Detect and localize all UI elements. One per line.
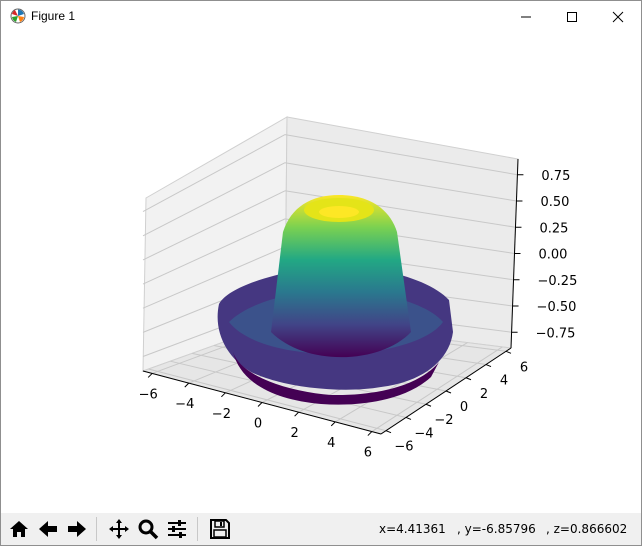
- y-tick-label: −2: [434, 413, 453, 428]
- x-tick-mark: [221, 392, 226, 398]
- y-tick-label: −6: [394, 440, 413, 455]
- z-tick-label: −0.50: [537, 300, 577, 315]
- z-tick-label: −0.75: [536, 326, 576, 341]
- x-tick-mark: [184, 382, 190, 388]
- configure-subplots-icon: [168, 520, 186, 538]
- pan-icon: [109, 519, 129, 539]
- forward-arrow-icon: [68, 521, 86, 537]
- y-tick-label: −4: [414, 426, 433, 441]
- pan-button[interactable]: [106, 516, 132, 542]
- x-tick-label: −6: [139, 387, 158, 402]
- x-tick-label: 2: [290, 426, 298, 441]
- maximize-icon: [567, 11, 577, 22]
- y-tick-label: 2: [480, 387, 488, 402]
- x-tick-mark: [257, 402, 263, 407]
- plot-canvas[interactable]: −6 −4 −2 0 2 4 6 −6 −4 −2 0 2 4 6 0.75 0.50 0.25 0.00 −0…: [1, 32, 641, 513]
- surface-3d-plot[interactable]: −6−4−20246 −6−4−20246 0.750.500.250.00−0…: [1, 32, 641, 513]
- cursor-z-readout: , z=0.866602: [546, 522, 628, 536]
- title-bar[interactable]: Figure 1: [1, 1, 641, 32]
- configure-subplots-button[interactable]: [164, 516, 190, 542]
- window-title: Figure 1: [31, 9, 76, 23]
- y-tick-label: 4: [500, 374, 508, 389]
- close-icon: [612, 11, 624, 22]
- x-tick-label: −2: [212, 407, 231, 422]
- y-tick-label: 6: [520, 360, 528, 375]
- back-button[interactable]: [35, 516, 61, 542]
- z-ticks: 0.75 0.50 0.25 0.00 −0.25 −0.50 −0.75: [511, 169, 578, 341]
- toolbar-separator: [197, 517, 198, 541]
- minimize-button[interactable]: [503, 1, 549, 32]
- save-button[interactable]: [207, 516, 233, 542]
- z-tick-label: 0.00: [539, 248, 568, 263]
- zoom-icon: [138, 519, 159, 540]
- close-button[interactable]: [595, 1, 641, 32]
- matplotlib-icon: [10, 8, 26, 24]
- x-tick-label: −4: [175, 397, 194, 412]
- z-tick-label: −0.25: [538, 274, 578, 289]
- y-tick-mark: [385, 430, 392, 434]
- z-tick-label: 0.75: [541, 169, 570, 184]
- y-tick-mark: [465, 377, 472, 381]
- x-tick-label: 0: [254, 417, 262, 432]
- x-tick-label: 4: [327, 436, 335, 451]
- x-tick-mark: [367, 431, 373, 436]
- y-tick-label: 0: [460, 400, 468, 415]
- x-tick-label: 6: [364, 446, 372, 461]
- z-tick-label: 0.50: [540, 195, 569, 210]
- toolbar-separator: [96, 517, 97, 541]
- home-button[interactable]: [6, 516, 32, 542]
- z-tick-label: 0.25: [539, 221, 568, 236]
- forward-button[interactable]: [64, 516, 90, 542]
- surface-peak-top: [319, 206, 359, 218]
- zoom-button[interactable]: [135, 516, 161, 542]
- y-tick-mark: [445, 390, 452, 394]
- y-tick-mark: [485, 364, 492, 368]
- save-icon: [210, 519, 230, 539]
- y-tick-mark: [425, 403, 432, 407]
- back-arrow-icon: [39, 521, 57, 537]
- cursor-y-readout: , y=-6.85796: [457, 522, 536, 536]
- y-tick-mark: [405, 416, 412, 420]
- minimize-icon: [521, 16, 531, 17]
- x-tick-mark: [294, 411, 299, 417]
- navigation-toolbar: x=4.41361 , y=-6.85796 , z=0.866602: [1, 513, 641, 545]
- maximize-button[interactable]: [549, 1, 595, 32]
- x-tick-mark: [330, 421, 336, 427]
- figure-window: Figure 1 −6 −4 −2 0 2 4 6 −6 −4 −2 0 2 4…: [0, 0, 642, 546]
- cursor-x-readout: x=4.41361: [379, 522, 446, 536]
- home-icon: [10, 521, 28, 537]
- y-tick-mark: [505, 350, 512, 354]
- x-tick-mark: [147, 373, 153, 378]
